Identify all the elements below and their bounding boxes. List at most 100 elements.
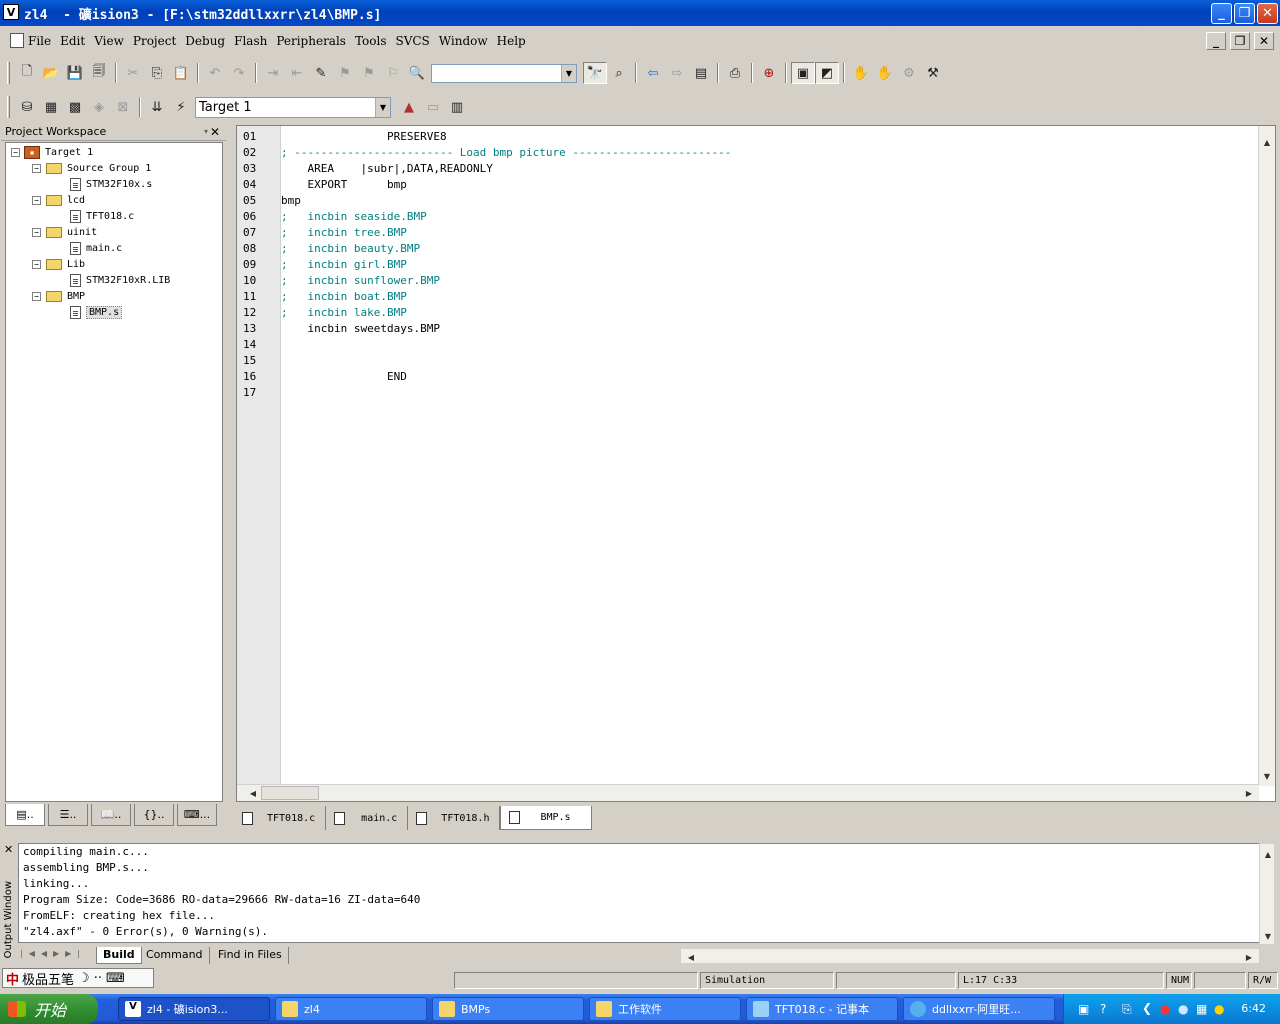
- find-combo[interactable]: ▼: [431, 63, 577, 83]
- menu-project[interactable]: Project: [133, 34, 176, 48]
- tab-files[interactable]: ▤..: [5, 804, 45, 826]
- menu-tools[interactable]: Tools: [355, 34, 387, 48]
- build-output[interactable]: compiling main.c... assembling BMP.s... li…: [18, 843, 1260, 943]
- menu-svcs[interactable]: SVCS: [395, 34, 429, 48]
- stop-build-icon[interactable]: ⊠: [111, 96, 135, 118]
- indent-icon[interactable]: ⇥: [261, 62, 285, 84]
- start-button[interactable]: 开始: [0, 994, 98, 1024]
- chevron-left-icon[interactable]: ❮: [1142, 1001, 1152, 1015]
- build-icon[interactable]: ▦: [39, 96, 63, 118]
- menu-flash[interactable]: Flash: [234, 34, 267, 48]
- tab-registers[interactable]: ☰..: [48, 804, 88, 826]
- close-icon[interactable]: ✕: [4, 843, 13, 856]
- code-line[interactable]: bmp: [281, 193, 301, 209]
- globe-icon[interactable]: ●: [1178, 1002, 1188, 1016]
- tab-tft018-c[interactable]: TFT018.c: [236, 806, 327, 830]
- scroll-left-icon[interactable]: ◀: [245, 785, 261, 801]
- source-browser-icon[interactable]: ▤: [689, 62, 713, 84]
- tray-app-icon[interactable]: ▣: [1078, 1002, 1089, 1016]
- taskbar-item-chat[interactable]: ddllxxrr-阿里旺...: [903, 997, 1055, 1021]
- collapse-icon[interactable]: −: [11, 148, 20, 157]
- paste-icon[interactable]: 📋: [169, 62, 193, 84]
- restore-button[interactable]: ❐: [1234, 3, 1255, 24]
- bookmark-toggle-icon[interactable]: ✎: [309, 62, 333, 84]
- copy-icon[interactable]: ⎘: [145, 62, 169, 84]
- scroll-right-icon[interactable]: ▶: [1241, 785, 1257, 801]
- target-select[interactable]: Target 1 ▼: [195, 96, 391, 118]
- mdi-minimize-button[interactable]: _: [1206, 32, 1226, 50]
- close-button[interactable]: ✕: [1257, 3, 1278, 24]
- unindent-icon[interactable]: ⇤: [285, 62, 309, 84]
- tab-functions[interactable]: {}..: [134, 804, 174, 826]
- tree-item-file[interactable]: STM32F10xR.LIB: [70, 272, 170, 288]
- new-file-icon[interactable]: 🗋: [15, 62, 39, 84]
- chevron-down-icon[interactable]: ▾: [204, 124, 208, 140]
- tab-bmp-s[interactable]: BMP.s: [500, 806, 592, 830]
- open-folder-icon[interactable]: 📂: [39, 62, 63, 84]
- scroll-thumb[interactable]: [261, 786, 319, 800]
- scroll-up-icon[interactable]: ▲: [1260, 846, 1276, 862]
- taskbar-item-bmps[interactable]: BMPs: [432, 997, 584, 1021]
- tree-item-source-group[interactable]: Source Group 1: [46, 160, 151, 176]
- mdi-restore-button[interactable]: ❐: [1230, 32, 1250, 50]
- bookmark-next-icon[interactable]: ⚑: [357, 62, 381, 84]
- tree-item-file[interactable]: STM32F10x.s: [70, 176, 152, 192]
- forward-arrow-icon[interactable]: ⇨: [665, 62, 689, 84]
- menu-file[interactable]: File: [28, 34, 51, 48]
- code-line[interactable]: PRESERVE8: [281, 129, 447, 145]
- bookmark-prev-icon[interactable]: ⚑: [333, 62, 357, 84]
- scroll-up-icon[interactable]: ▲: [1259, 134, 1275, 150]
- tree-item-file[interactable]: TFT018.c: [70, 208, 134, 224]
- tree-item-target[interactable]: ▪ Target 1: [24, 144, 93, 160]
- scroll-right-icon[interactable]: ▶: [1241, 949, 1257, 965]
- code-line[interactable]: ; ------------------------ Load bmp pict…: [281, 145, 731, 161]
- collapse-icon[interactable]: −: [32, 260, 41, 269]
- tab-main-c[interactable]: main.c: [326, 806, 409, 830]
- minimize-button[interactable]: _: [1211, 3, 1232, 24]
- tree-item-folder[interactable]: lcd: [46, 192, 85, 208]
- menu-peripherals[interactable]: Peripherals: [276, 34, 346, 48]
- code-line[interactable]: incbin sweetdays.BMP: [281, 321, 439, 337]
- moon-icon[interactable]: ☽: [78, 971, 90, 986]
- tree-item-folder[interactable]: uinit: [46, 224, 97, 240]
- code-line[interactable]: ; incbin lake.BMP: [281, 305, 407, 321]
- tab-command[interactable]: Command: [140, 947, 210, 964]
- hand-icon[interactable]: ✋: [849, 62, 873, 84]
- collapse-icon[interactable]: −: [32, 228, 41, 237]
- undo-icon[interactable]: ↶: [203, 62, 227, 84]
- help-icon[interactable]: ?: [1100, 1002, 1106, 1016]
- chevron-down-icon[interactable]: ▼: [561, 64, 576, 82]
- taskbar-item-tools[interactable]: 工作软件: [589, 997, 741, 1021]
- menu-debug[interactable]: Debug: [185, 34, 225, 48]
- tab-templates[interactable]: ⌨...: [177, 804, 217, 826]
- manage-icon[interactable]: ▥: [445, 96, 469, 118]
- code-line[interactable]: AREA |subr|,DATA,READONLY: [281, 161, 492, 177]
- tab-find-in-files[interactable]: Find in Files: [212, 947, 289, 964]
- tree-item-file-selected[interactable]: BMP.s: [70, 304, 123, 320]
- menu-edit[interactable]: Edit: [60, 34, 85, 48]
- toolbar-grip[interactable]: [7, 96, 10, 118]
- monitor-icon[interactable]: ▦: [1196, 1002, 1207, 1016]
- menu-view[interactable]: View: [94, 34, 124, 48]
- scroll-down-icon[interactable]: ▼: [1259, 768, 1275, 784]
- punctuation-icon[interactable]: ··: [94, 971, 102, 986]
- config-icon[interactable]: ⚙: [897, 62, 921, 84]
- scroll-left-icon[interactable]: ◀: [683, 949, 699, 965]
- hand-multi-icon[interactable]: ✋: [873, 62, 897, 84]
- taskbar-item-uvision[interactable]: Vzl4 - 礦ision3...: [118, 997, 270, 1021]
- vertical-scrollbar[interactable]: ▲ ▼: [1258, 126, 1275, 786]
- translate-icon[interactable]: ⛁: [15, 96, 39, 118]
- output-vertical-scrollbar[interactable]: ▲ ▼: [1259, 843, 1275, 945]
- cut-icon[interactable]: ✂: [121, 62, 145, 84]
- find-in-files-icon[interactable]: 🔍: [405, 62, 429, 84]
- taskbar-item-zl4[interactable]: zl4: [275, 997, 427, 1021]
- redo-icon[interactable]: ↷: [227, 62, 251, 84]
- file-extensions-icon[interactable]: ▭: [421, 96, 445, 118]
- print-icon[interactable]: ⎙: [723, 62, 747, 84]
- incremental-find-icon[interactable]: ⌕: [607, 62, 631, 84]
- code-line[interactable]: ; incbin tree.BMP: [281, 225, 407, 241]
- menu-window[interactable]: Window: [439, 34, 488, 48]
- components-icon[interactable]: ▲: [397, 96, 421, 118]
- code-line[interactable]: ; incbin beauty.BMP: [281, 241, 420, 257]
- workspace-window-icon[interactable]: ▣: [791, 62, 815, 84]
